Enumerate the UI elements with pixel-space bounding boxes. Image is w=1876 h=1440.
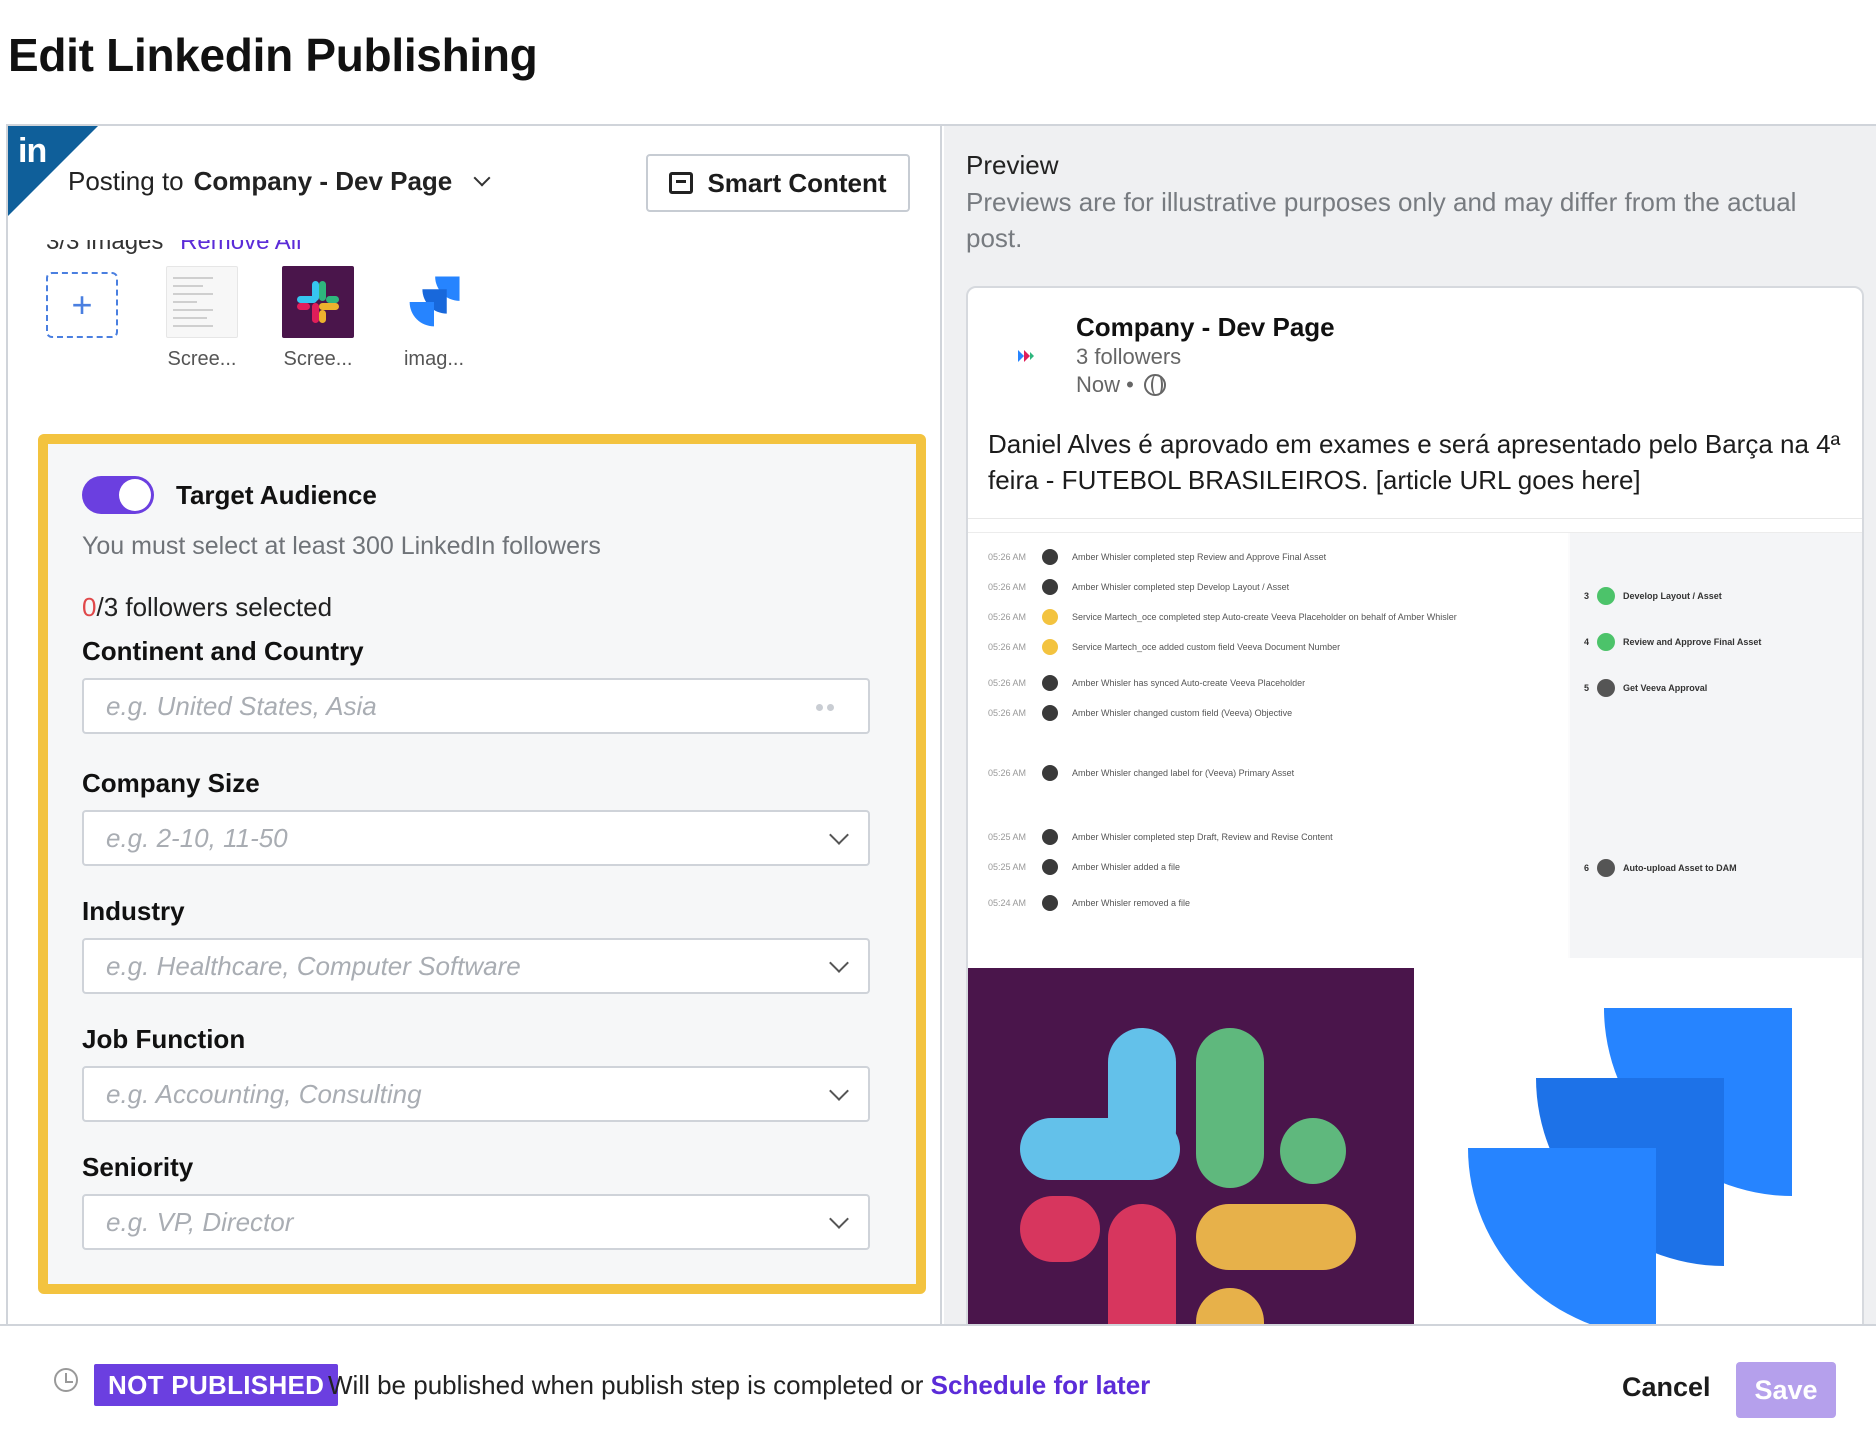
thumbnail-label: imag...	[403, 348, 465, 370]
field-placeholder: e.g. Healthcare, Computer Software	[106, 950, 521, 981]
left-pane: in Posting to Company - Dev Page Smart C…	[8, 126, 942, 1326]
preview-title: Preview	[966, 150, 1059, 180]
post-company-name: Company - Dev Page	[1076, 312, 1335, 342]
save-button[interactable]: Save	[1736, 1362, 1836, 1418]
followers-selected-total: /3 followers selected	[96, 592, 333, 622]
continent-country-input[interactable]: e.g. United States, Asia	[82, 678, 870, 734]
screenshot-steps-panel: 3 Develop Layout / Asset 4 Review and Appr…	[1570, 533, 1862, 958]
field-placeholder: e.g. Accounting, Consulting	[106, 1078, 422, 1109]
plus-icon: +	[46, 272, 118, 338]
smart-content-button[interactable]: Smart Content	[646, 154, 910, 212]
slack-logo	[1020, 1028, 1356, 1326]
activity-row: 05:25 AM Amber Whisler completed step Dra…	[988, 829, 1333, 845]
field-placeholder: e.g. VP, Director	[106, 1206, 294, 1237]
activity-row: 05:26 AM Service Martech_oce completed st…	[988, 609, 1457, 625]
target-audience-hint: You must select at least 300 LinkedIn fo…	[82, 532, 601, 560]
activity-row: 05:26 AM Amber Whisler completed step Dev…	[988, 579, 1289, 595]
image-thumbnail[interactable]: Scree...	[278, 266, 358, 371]
schedule-for-later-link[interactable]: Schedule for later	[931, 1370, 1151, 1400]
step-row: 5 Get Veeva Approval	[1584, 679, 1707, 697]
activity-row: 05:26 AM Amber Whisler has synced Auto-cr…	[988, 675, 1305, 691]
chevron-down-icon	[473, 169, 491, 186]
field-placeholder: e.g. 2-10, 11-50	[106, 822, 288, 853]
followers-selected-count: 0	[82, 592, 97, 622]
images-count: 3/3 images	[46, 228, 164, 255]
linkedin-post-preview: Company - Dev Page 3 followers Now • Dan…	[966, 286, 1864, 1326]
jira-logo	[1468, 1008, 1792, 1326]
post-time: Now •	[1076, 372, 1166, 398]
chevron-down-icon	[829, 1081, 849, 1101]
company-logo-icon	[1018, 350, 1034, 362]
target-audience-title: Target Audience	[176, 480, 377, 510]
remove-all-link[interactable]: Remove All	[180, 240, 301, 255]
industry-label: Industry	[82, 896, 185, 926]
smart-content-label: Smart Content	[707, 167, 887, 198]
screenshot-activity-log: 05:26 AM Amber Whisler completed step Rev…	[968, 533, 1568, 958]
post-image-screenshot: 05:26 AM Amber Whisler completed step Rev…	[968, 518, 1862, 958]
cancel-button[interactable]: Cancel	[1622, 1372, 1711, 1403]
target-audience-section: Target Audience You must select at least…	[38, 434, 926, 1294]
thumbnail-label: Scree...	[283, 348, 353, 370]
slack-logo-thumbnail	[282, 266, 354, 338]
image-thumbnail[interactable]: Scree...	[162, 266, 242, 371]
image-thumbnail[interactable]: imag...	[394, 266, 474, 371]
industry-select[interactable]: e.g. Healthcare, Computer Software	[82, 938, 870, 994]
post-image-slack	[968, 968, 1414, 1326]
step-row: 3 Develop Layout / Asset	[1584, 587, 1722, 605]
page-title: Edit Linkedin Publishing	[8, 29, 538, 81]
company-size-select[interactable]: e.g. 2-10, 11-50	[82, 810, 870, 866]
activity-row: 05:25 AM Amber Whisler added a file	[988, 859, 1180, 875]
post-followers: 3 followers	[1076, 344, 1182, 369]
add-image-button[interactable]: +	[46, 266, 126, 338]
activity-row: 05:26 AM Service Martech_oce added custom…	[988, 639, 1340, 655]
field-placeholder: e.g. United States, Asia	[106, 690, 377, 721]
posting-prefix: Posting to	[68, 166, 184, 196]
thumbnail-label: Scree...	[167, 348, 237, 370]
continent-country-label: Continent and Country	[82, 636, 364, 666]
publish-message-text: Will be published when publish step is c…	[328, 1370, 924, 1400]
job-function-label: Job Function	[82, 1024, 246, 1054]
preview-note: Previews are for illustrative purposes o…	[966, 187, 1797, 253]
status-badge: NOT PUBLISHED	[94, 1364, 339, 1406]
screenshot-thumbnail-image	[166, 266, 238, 338]
publishing-modal: in Posting to Company - Dev Page Smart C…	[6, 124, 1876, 1326]
followers-selected: 0/3 followers selected	[82, 592, 332, 623]
seniority-select[interactable]: e.g. VP, Director	[82, 1194, 870, 1250]
activity-row: 05:26 AM Amber Whisler changed custom fie…	[988, 705, 1292, 721]
target-audience-toggle[interactable]	[82, 476, 154, 514]
linkedin-icon: in	[18, 132, 47, 170]
job-function-select[interactable]: e.g. Accounting, Consulting	[82, 1066, 870, 1122]
smart-content-icon	[669, 172, 694, 194]
activity-row: 05:24 AM Amber Whisler removed a file	[988, 895, 1190, 911]
publish-message: Will be published when publish step is c…	[328, 1370, 1150, 1401]
jira-logo-thumbnail	[398, 266, 470, 338]
footer-bar: NOT PUBLISHED Will be published when pub…	[0, 1324, 1876, 1440]
post-time-text: Now •	[1076, 372, 1134, 397]
posting-to-selector[interactable]: Posting to Company - Dev Page	[68, 166, 491, 197]
chevron-down-icon	[829, 825, 849, 845]
company-size-label: Company Size	[82, 768, 260, 798]
seniority-label: Seniority	[82, 1152, 194, 1182]
chevron-down-icon	[829, 953, 849, 973]
step-row: 4 Review and Approve Final Asset	[1584, 633, 1761, 651]
post-body-text: Daniel Alves é aprovado em exames e será…	[988, 429, 1841, 495]
images-count-row: 3/3 images Remove All	[46, 228, 301, 256]
step-row: 6 Auto-upload Asset to DAM	[1584, 859, 1737, 877]
posting-target: Company - Dev Page	[193, 166, 453, 196]
preview-pane: Preview Previews are for illustrative pu…	[944, 126, 1876, 1326]
image-thumbnails: + Scree... Scree... imag...	[46, 266, 474, 371]
chevron-down-icon	[829, 1209, 849, 1229]
loading-dots-icon	[816, 704, 838, 712]
activity-row: 05:26 AM Amber Whisler changed label for …	[988, 765, 1294, 781]
post-image-jira	[1418, 968, 1862, 1326]
clock-icon	[54, 1368, 78, 1392]
screenshot-topbar	[968, 519, 1862, 533]
globe-icon	[1143, 374, 1166, 396]
activity-row: 05:26 AM Amber Whisler completed step Rev…	[988, 549, 1326, 565]
